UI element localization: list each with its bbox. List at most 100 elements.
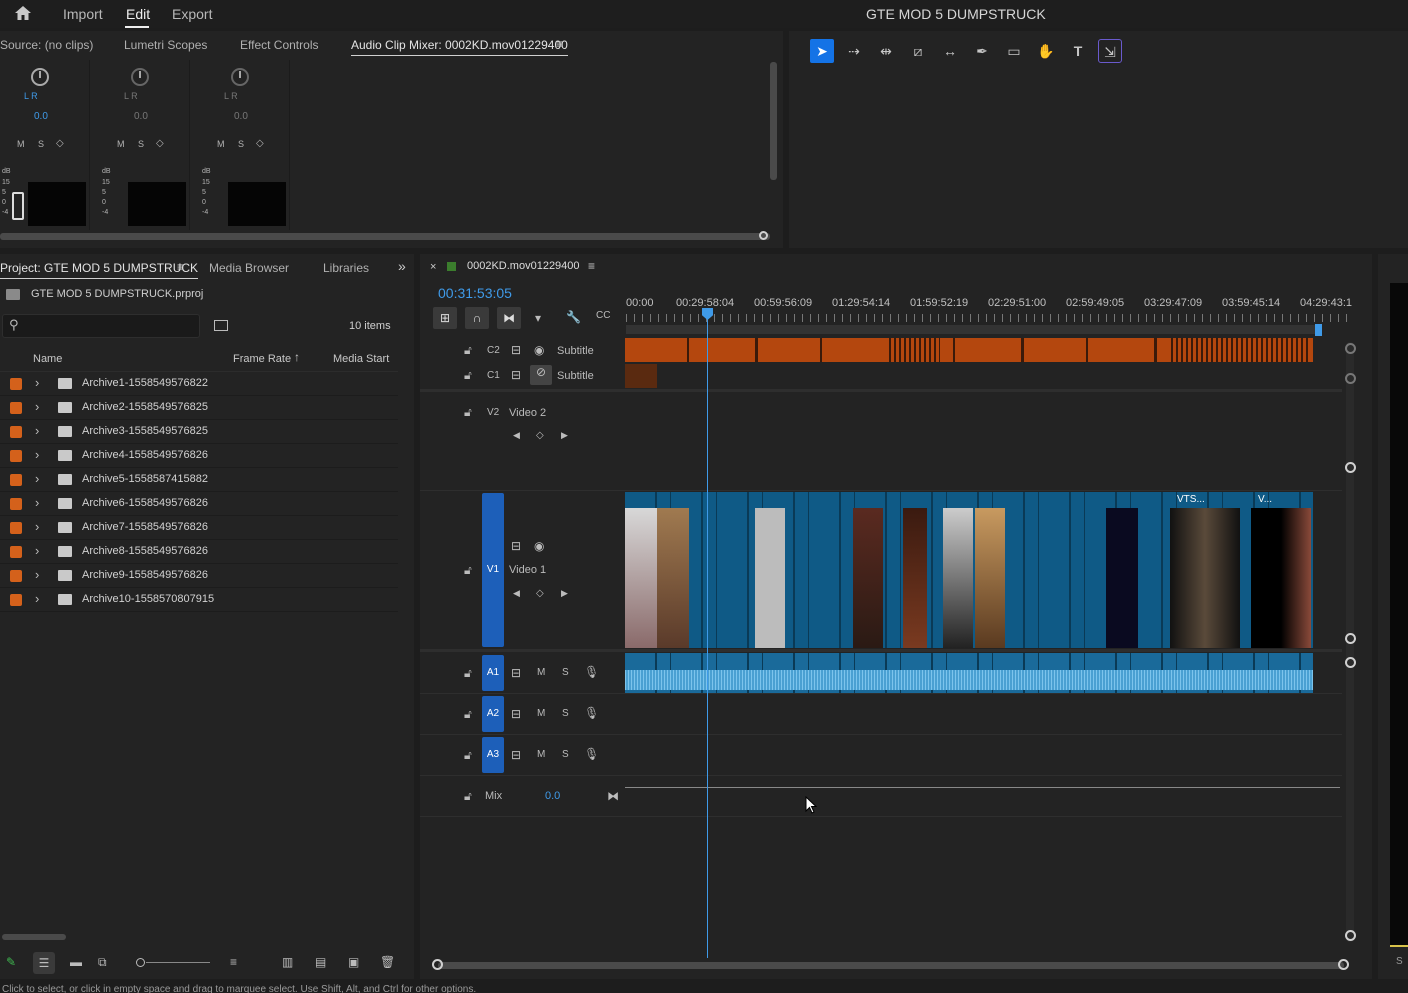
more-panels-icon[interactable]: » <box>398 258 406 274</box>
expand-chevron-icon[interactable]: › <box>35 495 39 510</box>
horizontal-scrollbar[interactable] <box>0 233 770 240</box>
label-color-swatch[interactable] <box>10 570 22 582</box>
eye-icon[interactable]: ◉ <box>534 343 544 357</box>
label-color-swatch[interactable] <box>10 426 22 438</box>
pan-value[interactable]: 0.0 <box>234 111 248 122</box>
expand-chevron-icon[interactable]: › <box>35 519 39 534</box>
freeform-view-icon[interactable]: ⧉ <box>98 955 107 970</box>
razor-tool-icon[interactable]: ⧄ <box>906 39 930 63</box>
find-icon[interactable]: ▤ <box>315 955 326 969</box>
mute-button[interactable]: M <box>537 749 545 760</box>
scroll-handle[interactable] <box>759 231 768 240</box>
column-media-start[interactable]: Media Start <box>333 353 389 365</box>
mute-button[interactable]: M <box>117 139 125 149</box>
mix-fade-icon[interactable]: ⧓ <box>607 789 619 803</box>
eye-hidden-icon[interactable]: ⊘ <box>530 365 552 385</box>
mix-volume-value[interactable]: 0.0 <box>545 790 560 802</box>
pan-value[interactable]: 0.0 <box>34 111 48 122</box>
nest-insert-icon[interactable]: ⊞ <box>433 307 457 329</box>
solo-button[interactable]: S <box>38 139 44 149</box>
microphone-icon[interactable]: 🎙︎ <box>584 665 599 679</box>
track-id-v2[interactable]: V2 <box>487 407 499 418</box>
lock-icon[interactable]: 🔓︎ <box>464 405 472 420</box>
label-color-swatch[interactable] <box>10 522 22 534</box>
horizontal-scrollbar[interactable] <box>2 934 66 940</box>
expand-chevron-icon[interactable]: › <box>35 447 39 462</box>
expand-chevron-icon[interactable]: › <box>35 375 39 390</box>
pencil-icon[interactable]: ✎ <box>6 955 16 969</box>
expand-chevron-icon[interactable]: › <box>35 423 39 438</box>
menu-edit[interactable]: Edit <box>126 6 150 22</box>
list-item[interactable]: › Archive3-1558549576825 <box>0 420 398 444</box>
sync-lock-icon[interactable]: ⊟ <box>511 666 521 680</box>
lock-icon[interactable]: 🔓︎ <box>464 368 472 383</box>
menu-import[interactable]: Import <box>63 6 103 22</box>
list-item[interactable]: › Archive5-1558587415882 <box>0 468 398 492</box>
list-item[interactable]: › Archive9-1558549576826 <box>0 564 398 588</box>
scroll-handle[interactable] <box>1345 657 1356 668</box>
list-item[interactable]: › Archive6-1558549576826 <box>0 492 398 516</box>
list-item[interactable]: › Archive10-1558570807915 <box>0 588 398 612</box>
add-keyframe-icon[interactable]: ◇ <box>536 588 544 599</box>
linked-selection-icon[interactable]: ⧓ <box>497 307 521 329</box>
solo-button[interactable]: S <box>1396 956 1403 967</box>
add-keyframe-icon[interactable]: ◇ <box>536 430 544 441</box>
prev-keyframe-icon[interactable]: ◀ <box>513 588 520 599</box>
track-target-a1[interactable]: A1 <box>482 655 504 691</box>
slip-tool-icon[interactable]: ↔ <box>938 39 962 63</box>
lock-icon[interactable]: 🔓︎ <box>464 789 472 804</box>
horizontal-scrollbar[interactable] <box>438 962 1344 969</box>
sort-icons-icon[interactable]: ≡ <box>230 955 237 969</box>
tab-project[interactable]: Project: GTE MOD 5 DUMPSTRUCK <box>0 261 199 279</box>
solo-button[interactable]: S <box>562 708 569 719</box>
label-color-swatch[interactable] <box>10 402 22 414</box>
scroll-handle[interactable] <box>1345 373 1356 384</box>
mute-button[interactable]: M <box>537 708 545 719</box>
scroll-handle[interactable] <box>1345 462 1356 473</box>
scroll-handle[interactable] <box>1338 959 1349 970</box>
pan-value[interactable]: 0.0 <box>134 111 148 122</box>
list-item[interactable]: › Archive8-1558549576826 <box>0 540 398 564</box>
generative-extend-tool-icon[interactable]: ⇲ <box>1098 39 1122 63</box>
track-id-c2[interactable]: C2 <box>487 345 500 356</box>
tab-media-browser[interactable]: Media Browser <box>209 261 289 275</box>
list-item[interactable]: › Archive1-1558549576822 <box>0 372 398 396</box>
close-sequence-icon[interactable]: × <box>430 261 436 273</box>
sync-lock-icon[interactable]: ⊟ <box>511 748 521 762</box>
pen-tool-icon[interactable]: ✒ <box>970 39 994 63</box>
new-bin-icon[interactable]: ▣ <box>348 955 359 969</box>
subtitle-clip[interactable] <box>625 364 657 388</box>
list-item[interactable]: › Archive7-1558549576826 <box>0 516 398 540</box>
label-color-swatch[interactable] <box>10 546 22 558</box>
sync-lock-icon[interactable]: ⊟ <box>511 539 521 553</box>
tab-audio-clip-mixer[interactable]: Audio Clip Mixer: 0002KD.mov01229400 <box>351 38 568 56</box>
vertical-scrollbar[interactable] <box>770 62 777 180</box>
scroll-handle[interactable] <box>1345 633 1356 644</box>
icon-view-icon[interactable]: ▬ <box>70 955 82 969</box>
hand-tool-icon[interactable]: ✋ <box>1034 39 1058 63</box>
lock-icon[interactable]: 🔓︎ <box>464 563 472 578</box>
panel-menu-icon[interactable]: ≡ <box>588 259 595 273</box>
next-keyframe-icon[interactable]: ▶ <box>561 430 568 441</box>
track-target-v1[interactable]: V1 <box>482 493 504 647</box>
column-name[interactable]: Name <box>33 353 62 365</box>
list-item[interactable]: › Archive2-1558549576825 <box>0 396 398 420</box>
lock-icon[interactable]: 🔓︎ <box>464 666 472 681</box>
volume-fader[interactable] <box>12 192 24 220</box>
ripple-edit-tool-icon[interactable]: ⇹ <box>874 39 898 63</box>
zoom-slider[interactable] <box>146 962 210 963</box>
sync-lock-icon[interactable]: ⊟ <box>511 368 521 382</box>
solo-button[interactable]: S <box>138 139 144 149</box>
pan-knob[interactable] <box>31 68 49 86</box>
out-point-marker[interactable] <box>1315 324 1322 336</box>
sync-lock-icon[interactable]: ⊟ <box>511 707 521 721</box>
eye-icon[interactable]: ◉ <box>534 539 544 553</box>
captions-icon[interactable]: CC <box>596 310 610 321</box>
mix-volume-line[interactable] <box>625 787 1340 788</box>
keyframe-icon[interactable]: ◇ <box>256 138 264 149</box>
keyframe-icon[interactable]: ◇ <box>56 138 64 149</box>
track-target-a3[interactable]: A3 <box>482 737 504 773</box>
lock-icon[interactable]: 🔓︎ <box>464 707 472 722</box>
expand-chevron-icon[interactable]: › <box>35 591 39 606</box>
selection-tool-icon[interactable]: ➤ <box>810 39 834 63</box>
